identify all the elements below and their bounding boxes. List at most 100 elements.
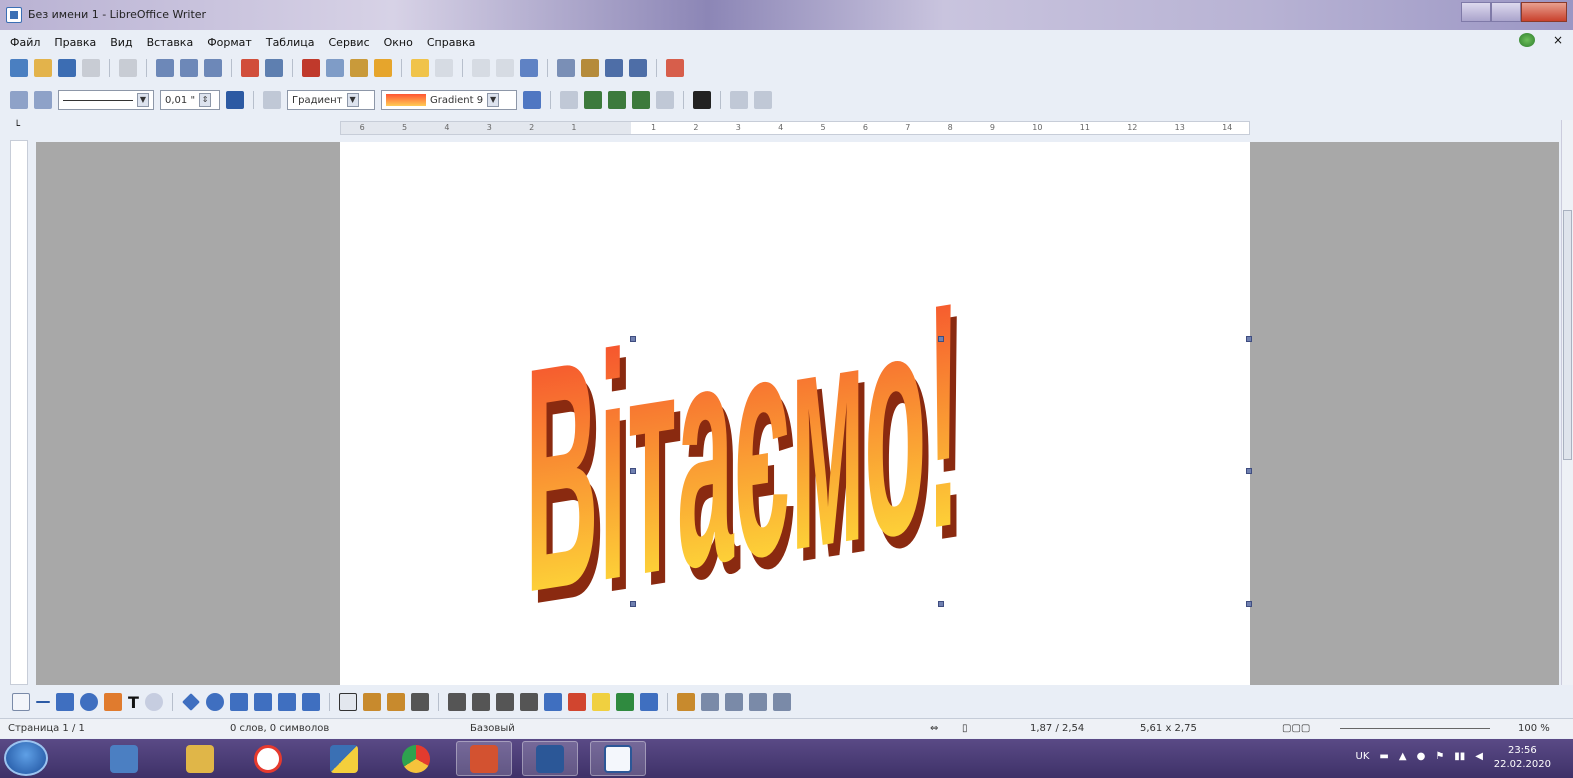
vertical-scrollbar[interactable] (1561, 120, 1573, 685)
formatting-marks-icon[interactable] (629, 59, 647, 77)
print-icon[interactable] (180, 59, 198, 77)
export-pdf-icon[interactable] (156, 59, 174, 77)
selection-handle[interactable] (938, 336, 944, 342)
help-icon[interactable] (666, 59, 684, 77)
freeform-icon[interactable] (104, 693, 122, 711)
taskbar-powerpoint[interactable] (456, 741, 512, 776)
paste-icon[interactable] (350, 59, 368, 77)
same-letter-heights-icon[interactable] (724, 693, 743, 711)
chevron-down-icon[interactable]: ▼ (487, 93, 500, 107)
vertical-ruler[interactable] (10, 140, 28, 685)
horizontal-ruler[interactable]: 6 5 4 3 2 1 1 2 3 4 5 6 7 8 9 10 11 12 1… (340, 121, 1250, 135)
status-page[interactable]: Страница 1 / 1 (8, 723, 85, 734)
flag-icon[interactable]: ⚑ (1435, 751, 1444, 762)
close-document-icon[interactable]: × (1553, 33, 1563, 47)
callout-icon[interactable] (144, 693, 163, 711)
hyperlink-icon[interactable] (472, 59, 490, 77)
tilt-down-icon[interactable] (447, 693, 466, 711)
shadow-icon[interactable] (523, 91, 541, 109)
selection-mode-icon[interactable]: ▯ (962, 723, 968, 734)
view-layout-icon[interactable]: ▢▢▢ (1282, 723, 1310, 734)
copy-icon[interactable] (326, 59, 344, 77)
select-icon[interactable] (12, 693, 30, 711)
spin-icon[interactable]: ⇕ (199, 93, 212, 107)
document-page[interactable]: Вітаємо! Вітаємо! (340, 142, 1252, 685)
area-icon[interactable] (263, 91, 281, 109)
cut-icon[interactable] (302, 59, 320, 77)
menu-table[interactable]: Таблица (266, 36, 315, 49)
line-color-icon[interactable] (226, 91, 244, 109)
menu-view[interactable]: Вид (110, 36, 132, 49)
basic-shapes-icon[interactable] (182, 693, 200, 711)
update-icon[interactable] (1518, 33, 1535, 47)
chevron-down-icon[interactable]: ▼ (137, 93, 149, 107)
scrollbar-thumb[interactable] (1563, 210, 1572, 460)
taskbar-writer[interactable] (590, 741, 646, 776)
network-icon[interactable]: ▮▮ (1454, 751, 1465, 762)
show-draw-functions-icon[interactable] (520, 59, 538, 77)
title-bar[interactable]: Без имени 1 - LibreOffice Writer (0, 0, 1573, 30)
rectangle-icon[interactable] (56, 693, 74, 711)
send-backward-icon[interactable] (584, 91, 602, 109)
wrap-icon[interactable] (10, 91, 28, 109)
alignment-icon[interactable] (748, 693, 767, 711)
selection-handle[interactable] (938, 601, 944, 607)
tilt-right-icon[interactable] (519, 693, 538, 711)
email-icon[interactable] (82, 59, 100, 77)
navigator-icon[interactable] (557, 59, 575, 77)
taskbar-python[interactable] (316, 741, 372, 776)
tilt-left-icon[interactable] (495, 693, 514, 711)
menu-help[interactable]: Справка (427, 36, 475, 49)
callouts-icon[interactable] (277, 693, 296, 711)
autospell-icon[interactable] (265, 59, 283, 77)
clock[interactable]: 23:56 22.02.2020 (1494, 744, 1551, 772)
fontwork-object[interactable]: Вітаємо! Вітаємо! (340, 142, 1250, 685)
gallery-icon[interactable] (581, 59, 599, 77)
lighting-icon[interactable] (591, 693, 610, 711)
line-icon[interactable] (34, 91, 52, 109)
line-width-field[interactable]: 0,01 " ⇕ (160, 90, 220, 110)
taskbar-explorer[interactable] (96, 741, 152, 776)
zoom-slider[interactable] (1340, 728, 1490, 729)
show-hidden-icons-icon[interactable]: ▲ (1399, 751, 1407, 762)
flowchart-icon[interactable] (253, 693, 272, 711)
antivirus-icon[interactable]: ● (1417, 751, 1426, 762)
align-icon[interactable] (656, 91, 674, 109)
keyboard-icon[interactable]: ▬ (1379, 751, 1388, 762)
menu-format[interactable]: Формат (207, 36, 252, 49)
new-document-icon[interactable] (10, 59, 28, 77)
stars-icon[interactable] (301, 693, 320, 711)
from-file-icon[interactable] (386, 693, 405, 711)
menu-edit[interactable]: Правка (54, 36, 96, 49)
extrusion-icon[interactable] (410, 693, 429, 711)
language-indicator[interactable]: UK (1356, 751, 1370, 762)
close-button[interactable] (1521, 2, 1567, 22)
menu-insert[interactable]: Вставка (147, 36, 194, 49)
direction-icon[interactable] (567, 693, 586, 711)
open-icon[interactable] (34, 59, 52, 77)
tab-type-icon[interactable]: └ (14, 121, 20, 132)
ellipse-icon[interactable] (80, 693, 98, 711)
data-sources-icon[interactable] (605, 59, 623, 77)
chevron-down-icon[interactable]: ▼ (346, 93, 359, 107)
edit-mode-icon[interactable] (119, 59, 137, 77)
line-tool-icon[interactable] (36, 701, 50, 703)
menu-file[interactable]: Файл (10, 36, 40, 49)
status-zoom[interactable]: 100 % (1518, 723, 1550, 734)
block-arrows-icon[interactable] (229, 693, 248, 711)
redo-icon[interactable] (435, 59, 453, 77)
gradient-select[interactable]: Gradient 9 ▼ (381, 90, 517, 110)
menu-window[interactable]: Окно (384, 36, 413, 49)
table-icon[interactable] (496, 59, 514, 77)
minimize-button[interactable] (1461, 2, 1491, 22)
character-spacing-icon[interactable] (772, 693, 791, 711)
selection-handle[interactable] (630, 601, 636, 607)
area-style-select[interactable]: Градиент ▼ (287, 90, 375, 110)
print-preview-icon[interactable] (204, 59, 222, 77)
selection-handle[interactable] (630, 468, 636, 474)
bring-forward-icon[interactable] (560, 91, 578, 109)
3d-color-icon[interactable] (639, 693, 658, 711)
spellcheck-icon[interactable] (241, 59, 259, 77)
surface-icon[interactable] (615, 693, 634, 711)
insert-mode-icon[interactable]: ⇔ (930, 723, 938, 734)
